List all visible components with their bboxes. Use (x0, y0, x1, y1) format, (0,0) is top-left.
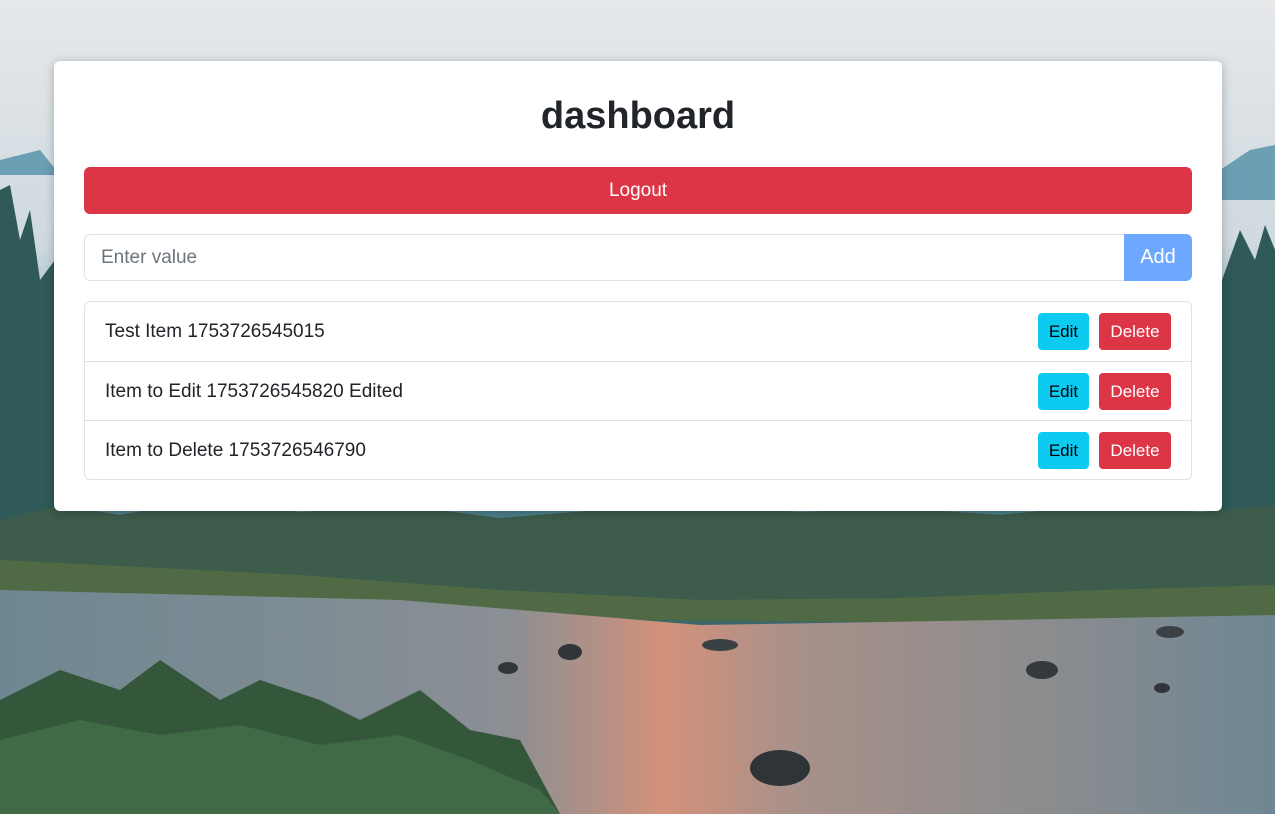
list-item: Item to Delete 1753726546790 Edit Delete (85, 420, 1191, 479)
item-text: Item to Edit 1753726545820 Edited (105, 381, 403, 402)
item-text: Test Item 1753726545015 (105, 321, 325, 342)
delete-button[interactable]: Delete (1099, 373, 1171, 410)
delete-button[interactable]: Delete (1099, 432, 1171, 469)
dashboard-card: dashboard Logout Add Test Item 175372654… (54, 61, 1222, 511)
list-item: Test Item 1753726545015 Edit Delete (85, 302, 1191, 361)
delete-button[interactable]: Delete (1099, 313, 1171, 350)
add-item-form: Add (84, 234, 1192, 281)
edit-button[interactable]: Edit (1038, 373, 1089, 410)
edit-button[interactable]: Edit (1038, 313, 1089, 350)
edit-button[interactable]: Edit (1038, 432, 1089, 469)
value-input[interactable] (84, 234, 1124, 281)
add-button[interactable]: Add (1124, 234, 1192, 281)
logout-button[interactable]: Logout (84, 167, 1192, 214)
item-text: Item to Delete 1753726546790 (105, 440, 366, 461)
page-title: dashboard (540, 95, 736, 137)
item-list: Test Item 1753726545015 Edit Delete Item… (84, 301, 1192, 480)
list-item: Item to Edit 1753726545820 Edited Edit D… (85, 361, 1191, 420)
